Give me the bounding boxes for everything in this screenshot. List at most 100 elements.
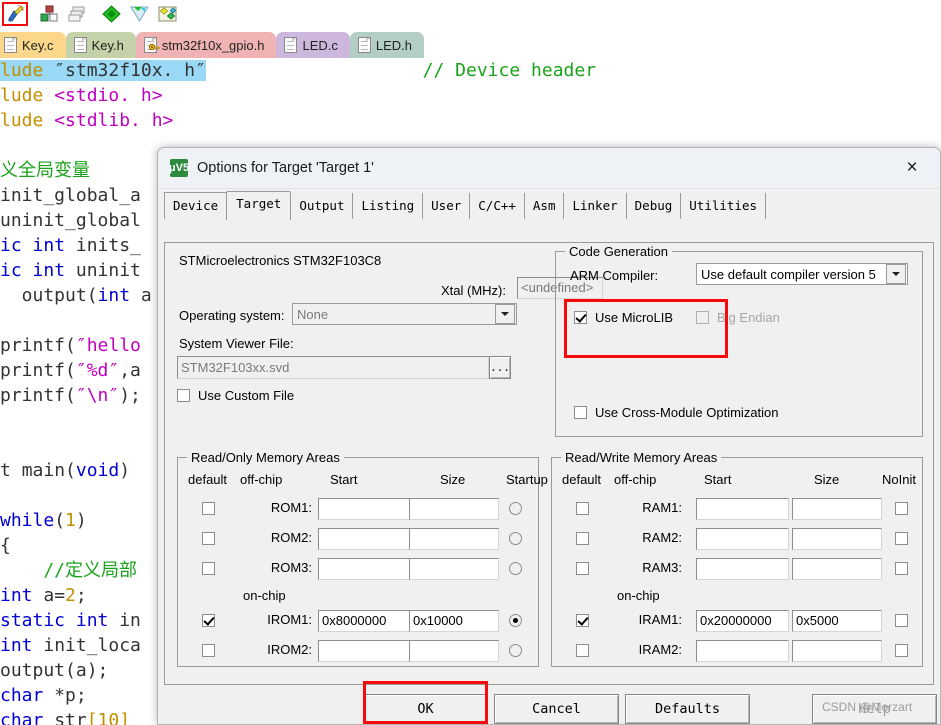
defaults-button[interactable]: Defaults <box>625 694 750 724</box>
memory-size-input[interactable] <box>792 640 882 662</box>
startup-radio[interactable] <box>509 644 522 657</box>
memory-start-input[interactable] <box>318 640 411 662</box>
memory-start-input[interactable]: 0x20000000 <box>696 610 789 632</box>
dialog-tab-output[interactable]: Output <box>291 193 354 219</box>
code-token: 1 <box>65 510 76 531</box>
use-microlib-checkbox[interactable] <box>574 311 587 324</box>
noinit-checkbox[interactable] <box>895 562 908 575</box>
document-icon <box>4 37 17 53</box>
memory-size-input[interactable] <box>409 528 499 550</box>
code-token: int <box>75 610 120 631</box>
configuration-wizard-icon[interactable] <box>98 2 124 26</box>
code-token: main <box>21 460 66 481</box>
dialog-tab-listing[interactable]: Listing <box>353 193 424 219</box>
code-token: a <box>140 285 152 306</box>
default-checkbox[interactable] <box>202 562 215 575</box>
default-checkbox[interactable] <box>576 562 589 575</box>
code-token: ″hello <box>75 335 141 356</box>
startup-radio[interactable] <box>509 502 522 515</box>
col-noinit-header: NoInit <box>882 472 916 487</box>
default-checkbox[interactable] <box>202 644 215 657</box>
dialog-tab-user[interactable]: User <box>423 193 471 219</box>
col-size-header: Size <box>814 472 840 487</box>
chevron-down-icon[interactable] <box>495 304 515 324</box>
chevron-down-icon[interactable] <box>886 264 906 284</box>
target-options-icon[interactable] <box>2 2 28 26</box>
multi-project-icon[interactable] <box>64 2 90 26</box>
code-token: lude <box>0 60 55 81</box>
default-checkbox[interactable] <box>202 614 215 627</box>
memory-size-input[interactable] <box>409 558 499 580</box>
file-tab-label: Key.h <box>91 37 124 53</box>
cross-module-optimization-row[interactable]: Use Cross-Module Optimization <box>574 405 779 420</box>
dialog-tab-cc++[interactable]: C/C++ <box>470 193 525 219</box>
default-checkbox[interactable] <box>576 614 589 627</box>
dialog-tab-utilities[interactable]: Utilities <box>681 193 767 219</box>
memory-size-input[interactable]: 0x5000 <box>792 610 882 632</box>
noinit-checkbox[interactable] <box>895 502 908 515</box>
file-tab-stm32f10x-gpio-h[interactable]: stm32f10x_gpio.h <box>135 32 277 58</box>
use-custom-file-checkbox[interactable] <box>177 389 190 402</box>
dialog-tab-device[interactable]: Device <box>164 192 228 219</box>
manage-runtime-env-icon[interactable] <box>154 2 180 26</box>
memory-row-name: IRAM1: <box>638 612 682 627</box>
noinit-checkbox[interactable] <box>895 532 908 545</box>
noinit-checkbox[interactable] <box>895 644 908 657</box>
memory-start-input[interactable] <box>696 558 789 580</box>
code-token: a= <box>43 585 66 606</box>
code-token: 2 <box>65 585 76 606</box>
memory-start-input[interactable] <box>696 498 789 520</box>
dialog-tab-asm[interactable]: Asm <box>525 193 565 219</box>
ok-button[interactable]: OK <box>363 694 488 724</box>
memory-row: RAM1: <box>552 496 922 526</box>
file-tab-led-c[interactable]: LED.c <box>276 32 350 58</box>
operating-system-select[interactable]: None <box>292 303 517 325</box>
code-token: ; <box>75 585 87 606</box>
startup-radio[interactable] <box>509 532 522 545</box>
memory-start-input[interactable] <box>318 528 411 550</box>
memory-start-input[interactable] <box>318 498 411 520</box>
code-token: in <box>119 610 141 631</box>
noinit-checkbox[interactable] <box>895 614 908 627</box>
use-microlib-row[interactable]: Use MicroLIB <box>574 310 673 325</box>
memory-size-input[interactable] <box>792 498 882 520</box>
code-token: int <box>32 260 76 281</box>
default-checkbox[interactable] <box>576 644 589 657</box>
default-checkbox[interactable] <box>576 532 589 545</box>
memory-size-input[interactable] <box>792 558 882 580</box>
startup-radio[interactable] <box>509 614 522 627</box>
memory-start-input[interactable] <box>696 640 789 662</box>
arm-compiler-select[interactable]: Use default compiler version 5 <box>696 263 908 285</box>
pack-installer-icon[interactable] <box>126 2 152 26</box>
manage-project-items-icon[interactable] <box>36 2 62 26</box>
startup-radio[interactable] <box>509 562 522 575</box>
memory-start-input[interactable]: 0x8000000 <box>318 610 411 632</box>
memory-size-input[interactable] <box>409 640 499 662</box>
memory-start-input[interactable] <box>696 528 789 550</box>
arm-compiler-value: Use default compiler version 5 <box>701 266 876 282</box>
col-default-header: default <box>562 472 602 487</box>
file-tab-label: LED.c <box>302 37 338 53</box>
code-token: uninit_global <box>0 210 141 231</box>
code-generation-group: Code Generation ARM Compiler: Use defaul… <box>555 244 923 437</box>
memory-size-input[interactable] <box>409 498 499 520</box>
dialog-tab-target[interactable]: Target <box>226 191 292 220</box>
default-checkbox[interactable] <box>202 502 215 515</box>
file-tab-key-h[interactable]: Key.h <box>65 32 136 58</box>
memory-size-input[interactable]: 0x10000 <box>409 610 499 632</box>
use-custom-file-row[interactable]: Use Custom File <box>177 388 294 403</box>
default-checkbox[interactable] <box>202 532 215 545</box>
default-checkbox[interactable] <box>576 502 589 515</box>
memory-size-input[interactable] <box>792 528 882 550</box>
cross-module-optimization-checkbox[interactable] <box>574 406 587 419</box>
system-viewer-browse-button[interactable]: ... <box>489 356 511 379</box>
memory-start-input[interactable] <box>318 558 411 580</box>
key-document-icon <box>143 37 160 53</box>
cancel-button[interactable]: Cancel <box>494 694 619 724</box>
system-viewer-file-input[interactable]: STM32F103xx.svd <box>177 356 489 379</box>
file-tab-key-c[interactable]: Key.c <box>0 32 66 58</box>
dialog-tab-linker[interactable]: Linker <box>564 193 627 219</box>
file-tab-led-h[interactable]: LED.h <box>349 32 425 58</box>
close-icon[interactable]: × <box>890 153 934 183</box>
dialog-tab-debug[interactable]: Debug <box>627 193 682 219</box>
